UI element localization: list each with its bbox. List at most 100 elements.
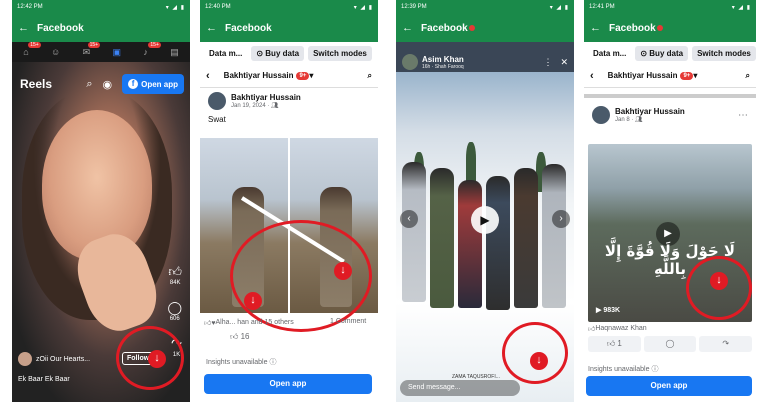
app-title: Facebook	[609, 22, 656, 34]
status-bar: 12:40 PM ▾ ◢ ▮	[200, 0, 378, 14]
profile-name[interactable]: Bakhtiyar Hussain	[224, 71, 294, 80]
avatar[interactable]	[592, 106, 610, 124]
like-button[interactable]: 👍︎ 16	[230, 332, 250, 342]
view-count: ▶ 983K	[596, 307, 621, 314]
back-arrow-icon[interactable]: ←	[18, 22, 29, 34]
close-icon[interactable]: ✕	[560, 57, 568, 68]
comment-button[interactable]: ◯	[643, 336, 697, 352]
avatar[interactable]	[402, 54, 418, 70]
back-arrow-icon[interactable]: ←	[402, 22, 413, 34]
chevron-left-icon[interactable]: ‹	[206, 70, 210, 82]
marketplace-icon[interactable]: ▤	[170, 47, 179, 58]
like-button[interactable]: 👍︎ 1	[588, 336, 641, 352]
share-button[interactable]: ↷	[699, 336, 753, 352]
person-shape	[430, 168, 454, 308]
tab-data-mode[interactable]: Data m...	[204, 46, 247, 61]
search-icon[interactable]: ⌕	[86, 78, 92, 91]
status-icons: ▾ ◢ ▮	[731, 4, 751, 11]
tree-shape	[466, 142, 476, 182]
play-icon[interactable]: ▶	[471, 206, 499, 234]
notifications-icon[interactable]: ♪ 15+	[143, 42, 161, 57]
reel-author[interactable]: zOii Our Hearts...	[18, 352, 90, 366]
download-icon[interactable]: ↓	[710, 272, 728, 290]
reels-icon[interactable]: ▣	[113, 47, 122, 58]
comment-count[interactable]: 1 Comment	[330, 318, 366, 325]
comment-count: 606	[169, 316, 180, 322]
person-shape	[458, 180, 482, 308]
like-action[interactable]: 👍︎ 84K	[168, 264, 182, 286]
status-icons: ▾ ◢ ▮	[165, 4, 185, 11]
open-app-button[interactable]: Open app	[586, 376, 752, 396]
reaction-icons: 👍︎	[588, 326, 596, 333]
download-icon[interactable]: ↓	[334, 262, 352, 280]
chevron-down-icon[interactable]: ▾	[693, 71, 697, 80]
app-title: Facebook	[421, 22, 468, 34]
post-author[interactable]: Bakhtiyar Hussain	[615, 107, 738, 116]
tab-switch-modes[interactable]: Switch modes	[308, 45, 372, 61]
post-text: Swat	[208, 115, 226, 124]
story-header: Asim Khan 16h · Shah Farooq ⋮ ✕	[396, 50, 574, 74]
notification-dot	[468, 25, 475, 31]
status-time: 12:42 PM	[17, 4, 43, 10]
next-story-button[interactable]: ›	[552, 210, 570, 228]
download-icon[interactable]: ↓	[244, 292, 262, 310]
more-options-icon[interactable]: ⋯	[738, 110, 748, 121]
notification-badge: 9+	[296, 71, 310, 80]
more-options-icon[interactable]: ⋮	[543, 57, 552, 68]
reels-title: Reels	[20, 77, 53, 91]
friends-icon[interactable]: ☺	[51, 47, 60, 57]
previous-story-button[interactable]: ‹	[400, 210, 418, 228]
profile-post-screen: 12:40 PM ▾ ◢ ▮ ← Facebook Data m... ⊙ Bu…	[200, 0, 378, 402]
app-bar: ← Facebook	[396, 14, 574, 42]
comment-action[interactable]: ◯ 606	[167, 300, 182, 322]
download-icon[interactable]: ↓	[148, 350, 166, 368]
tab-switch-modes[interactable]: Switch modes	[692, 45, 756, 61]
profile-header: ‹ Bakhtiyar Hussain 9+ ▾ ⌕	[584, 64, 756, 88]
profile-icon[interactable]: ◉	[103, 78, 113, 91]
status-bar: 12:42 PM ▾ ◢ ▮	[12, 0, 190, 14]
post-header: Bakhtiyar Hussain Jan 19, 2024 · 👥︎ Swat	[200, 88, 378, 128]
thumbs-up-icon: 👍︎	[168, 264, 182, 279]
profile-name[interactable]: Bakhtiyar Hussain	[608, 71, 678, 80]
story-author[interactable]: Asim Khan	[422, 55, 543, 64]
share-icon: ↷	[722, 339, 730, 348]
person-shape	[542, 164, 566, 308]
download-icon[interactable]: ↓	[530, 352, 548, 370]
status-time: 12:40 PM	[205, 4, 231, 10]
back-arrow-icon[interactable]: ←	[590, 22, 601, 34]
divider	[584, 94, 756, 98]
reaction-icons: 👍︎♥	[204, 320, 216, 327]
messages-icon[interactable]: ✉ 15+	[83, 41, 101, 58]
post-date: Jan 8 ·	[615, 117, 636, 123]
tab-data-mode[interactable]: Data m...	[588, 46, 631, 61]
friends-privacy-icon: 👥︎	[635, 117, 643, 123]
reaction-summary[interactable]: 👍︎ Haqnawaz Khan	[588, 324, 647, 333]
search-icon[interactable]: ⌕	[368, 71, 372, 81]
buy-data-icon: ⊙	[640, 48, 650, 58]
chevron-left-icon[interactable]: ‹	[590, 70, 594, 82]
search-icon[interactable]: ⌕	[746, 71, 750, 81]
open-app-button[interactable]: Open app	[204, 374, 372, 394]
notification-badge: 9+	[680, 71, 694, 80]
reel-face-shape	[42, 110, 152, 260]
back-arrow-icon[interactable]: ←	[206, 22, 217, 34]
tab-buy-data[interactable]: ⊙ Buy data	[635, 45, 689, 61]
home-icon[interactable]: ⌂ 15+	[23, 42, 41, 57]
tab-buy-data[interactable]: ⊙ Buy data	[251, 45, 305, 61]
avatar	[18, 352, 32, 366]
status-icons: ▾ ◢ ▮	[549, 4, 569, 11]
post-author[interactable]: Bakhtiyar Hussain	[231, 93, 301, 102]
mode-tabs: Data m... ⊙ Buy data Switch modes	[200, 42, 378, 64]
send-message-input[interactable]: Send message...	[400, 380, 520, 396]
app-bar: ← Facebook	[12, 14, 190, 42]
insights-text: Insights unavailable ⓘ	[588, 366, 659, 373]
buy-data-icon: ⊙	[256, 48, 266, 58]
notification-badge: 15+	[87, 41, 101, 48]
post-actions: 👍︎ 16	[230, 332, 250, 342]
story-subtitle: 16h · Shah Farooq	[422, 63, 464, 70]
reaction-summary[interactable]: 👍︎♥ Alha... han and 15 others	[204, 318, 294, 327]
open-app-button[interactable]: f Open app	[122, 74, 184, 94]
post-date: Jan 19, 2024 ·	[231, 103, 272, 109]
chevron-down-icon[interactable]: ▾	[309, 71, 313, 80]
avatar[interactable]	[208, 92, 226, 110]
